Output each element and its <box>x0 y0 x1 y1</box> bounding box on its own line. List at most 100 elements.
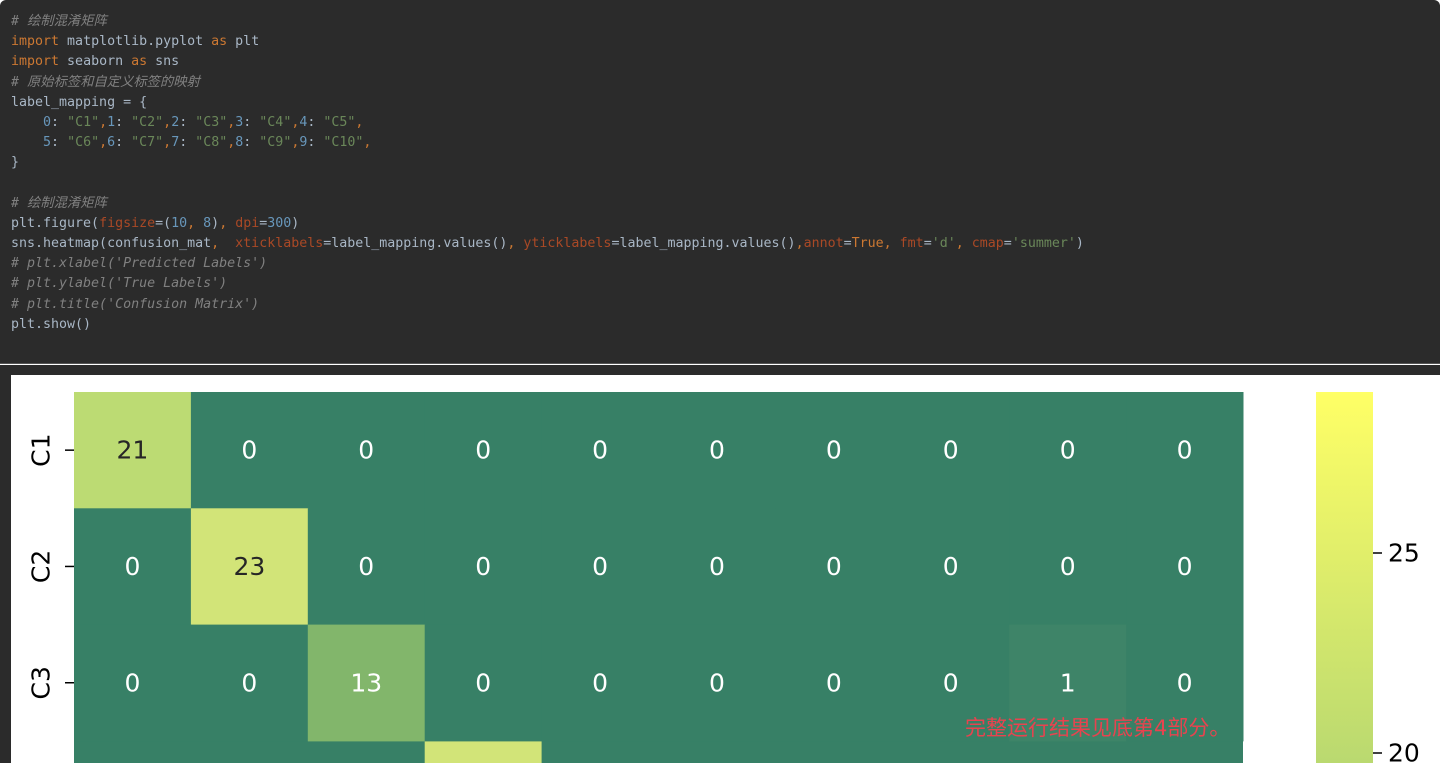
code-token-plain: plt.figure( <box>11 216 99 231</box>
code-line[interactable]: 5: "C6",6: "C7",7: "C8",8: "C9",9: "C10"… <box>0 133 1440 153</box>
code-token-param: cmap <box>972 236 1004 251</box>
y-tick-label: C3 <box>27 666 56 699</box>
code-line[interactable]: import matplotlib.pyplot as plt <box>0 32 1440 52</box>
heatmap-cell-label: 0 <box>358 436 374 465</box>
code-token-plain: : <box>243 135 259 150</box>
code-token-keyword: True <box>852 236 884 251</box>
code-token-keyword: as <box>131 54 147 69</box>
code-token-plain: sns.heatmap(confusion_mat <box>11 236 211 251</box>
code-token-number: 300 <box>267 216 291 231</box>
code-token-keyword: import <box>11 54 59 69</box>
code-line[interactable]: # plt.xlabel('Predicted Labels') <box>0 254 1440 274</box>
code-token-plain: : <box>51 135 67 150</box>
code-token-punct: , <box>99 115 107 130</box>
heatmap-cell-label: 0 <box>709 552 725 581</box>
code-token-string: "C1" <box>67 115 99 130</box>
code-line[interactable] <box>0 174 1440 194</box>
heatmap-cell-label: 21 <box>117 436 149 465</box>
code-token-keyword: import <box>11 34 59 49</box>
heatmap-partial-row <box>74 741 1243 763</box>
code-line[interactable]: 0: "C1",1: "C2",2: "C3",3: "C4",4: "C5", <box>0 113 1440 133</box>
y-tick-label: C2 <box>27 550 56 583</box>
code-line[interactable]: # plt.title('Confusion Matrix') <box>0 295 1440 315</box>
code-token-punct: , <box>507 236 523 251</box>
code-token-string: 'summer' <box>1012 236 1076 251</box>
code-token-plain: : <box>179 135 195 150</box>
code-line[interactable]: import seaborn as sns <box>0 52 1440 72</box>
code-line[interactable]: plt.show() <box>0 315 1440 335</box>
y-tick-label: C1 <box>27 433 56 466</box>
code-token-string: 'd' <box>932 236 956 251</box>
heatmap-cell-label: 0 <box>592 436 608 465</box>
colorbar-tick-label: 25 <box>1388 539 1420 568</box>
code-token-punct: , <box>163 115 171 130</box>
code-token-punct: , <box>956 236 972 251</box>
code-token-plain: : <box>51 115 67 130</box>
code-token-punct: , <box>163 135 171 150</box>
colorbar-tick-label: 20 <box>1388 739 1420 763</box>
code-token-punct: , <box>363 135 371 150</box>
confusion-matrix-heatmap: 210000000000230000000000130000010 C1C2C3… <box>11 375 1440 763</box>
heatmap-cell-label: 0 <box>826 436 842 465</box>
watermark-text: 完整运行结果见底第4部分。 <box>965 712 1230 742</box>
heatmap-cell-label: 0 <box>709 668 725 697</box>
code-token-number: 7 <box>171 135 179 150</box>
code-token-number: 2 <box>171 115 179 130</box>
heatmap-cell-label: 0 <box>709 436 725 465</box>
code-token-comment: # plt.ylabel('True Labels') <box>11 276 227 291</box>
code-token-plain: ) <box>1076 236 1084 251</box>
heatmap-cell-label: 0 <box>475 668 491 697</box>
code-token-plain: =label_mapping.values() <box>611 236 795 251</box>
colorbar <box>1316 392 1373 763</box>
code-editor[interactable]: # 绘制混淆矩阵import matplotlib.pyplot as plti… <box>0 0 1440 364</box>
code-token-number: 5 <box>43 135 51 150</box>
code-token-param: yticklabels <box>523 236 611 251</box>
heatmap-cell-label: 0 <box>943 436 959 465</box>
code-line[interactable]: plt.figure(figsize=(10, 8), dpi=300) <box>0 214 1440 234</box>
heatmap-cell-label: 0 <box>1177 552 1193 581</box>
code-token-punct: , <box>187 216 203 231</box>
code-token-plain: =( <box>155 216 171 231</box>
code-token-plain: plt.show() <box>11 317 91 332</box>
code-token-plain: ) <box>291 216 299 231</box>
code-token-number: 8 <box>203 216 211 231</box>
code-token-punct: , <box>884 236 900 251</box>
code-line[interactable]: label_mapping = { <box>0 93 1440 113</box>
code-token-param: figsize <box>99 216 155 231</box>
code-token-string: "C6" <box>67 135 99 150</box>
code-token-punct: , <box>99 135 107 150</box>
code-token-keyword: as <box>211 34 227 49</box>
code-line[interactable]: # 原始标签和自定义标签的映射 <box>0 73 1440 93</box>
heatmap-cell-label: 0 <box>826 668 842 697</box>
code-token-plain: plt <box>227 34 259 49</box>
heatmap-cell-label: 0 <box>943 668 959 697</box>
code-token-plain: : <box>243 115 259 130</box>
code-token-param: fmt <box>900 236 924 251</box>
code-token-plain: : <box>115 135 131 150</box>
heatmap-cell-label: 0 <box>1177 668 1193 697</box>
code-token-plain <box>11 115 43 130</box>
heatmap-cell-label: 0 <box>1177 436 1193 465</box>
code-token-plain: : <box>115 115 131 130</box>
code-line[interactable]: sns.heatmap(confusion_mat, xticklabels =l… <box>0 234 1440 254</box>
heatmap-partial-cell <box>425 741 542 763</box>
code-token-string: "C8" <box>195 135 227 150</box>
code-token-plain: : <box>307 115 323 130</box>
code-line[interactable]: } <box>0 153 1440 173</box>
heatmap-cell-label: 0 <box>124 552 140 581</box>
code-token-comment: # 绘制混淆矩阵 <box>11 14 107 29</box>
code-token-string: "C5" <box>323 115 355 130</box>
heatmap-cell-label: 0 <box>826 552 842 581</box>
code-token-string: "C2" <box>131 115 163 130</box>
code-token-plain <box>11 135 43 150</box>
code-token-param: xticklabels <box>235 236 323 251</box>
code-token-plain: = <box>844 236 852 251</box>
code-line[interactable]: # 绘制混淆矩阵 <box>0 194 1440 214</box>
code-token-string: "C9" <box>259 135 291 150</box>
code-line[interactable]: # plt.ylabel('True Labels') <box>0 274 1440 294</box>
code-line[interactable]: # 绘制混淆矩阵 <box>0 12 1440 32</box>
code-token-param: dpi <box>235 216 259 231</box>
code-token-punct: , <box>219 216 235 231</box>
code-token-punct: , <box>796 236 804 251</box>
code-token-number: 0 <box>43 115 51 130</box>
